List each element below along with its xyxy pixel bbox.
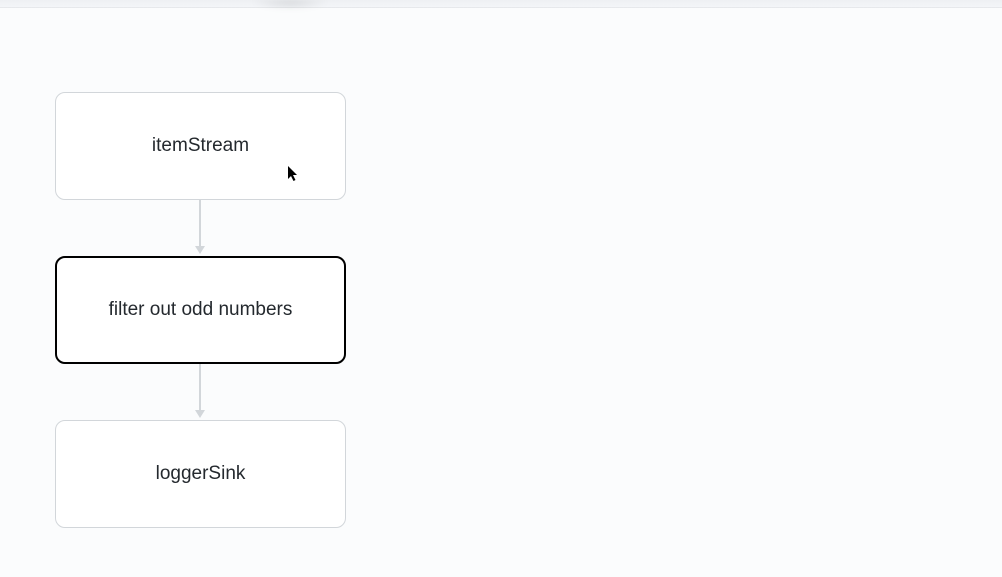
node-label: filter out odd numbers (109, 299, 293, 321)
node-filter-odd[interactable]: filter out odd numbers (55, 256, 346, 364)
node-item-stream[interactable]: itemStream (55, 92, 346, 200)
connector-filter-sink (199, 364, 201, 410)
node-logger-sink[interactable]: loggerSink (55, 420, 346, 528)
arrow-head-icon (195, 246, 205, 254)
arrow-head-icon (195, 410, 205, 418)
connector-source-filter (199, 200, 201, 246)
node-label: itemStream (152, 135, 249, 157)
node-label: loggerSink (156, 463, 246, 485)
diagram-canvas[interactable]: itemStream filter out odd numbers logger… (0, 0, 1002, 577)
